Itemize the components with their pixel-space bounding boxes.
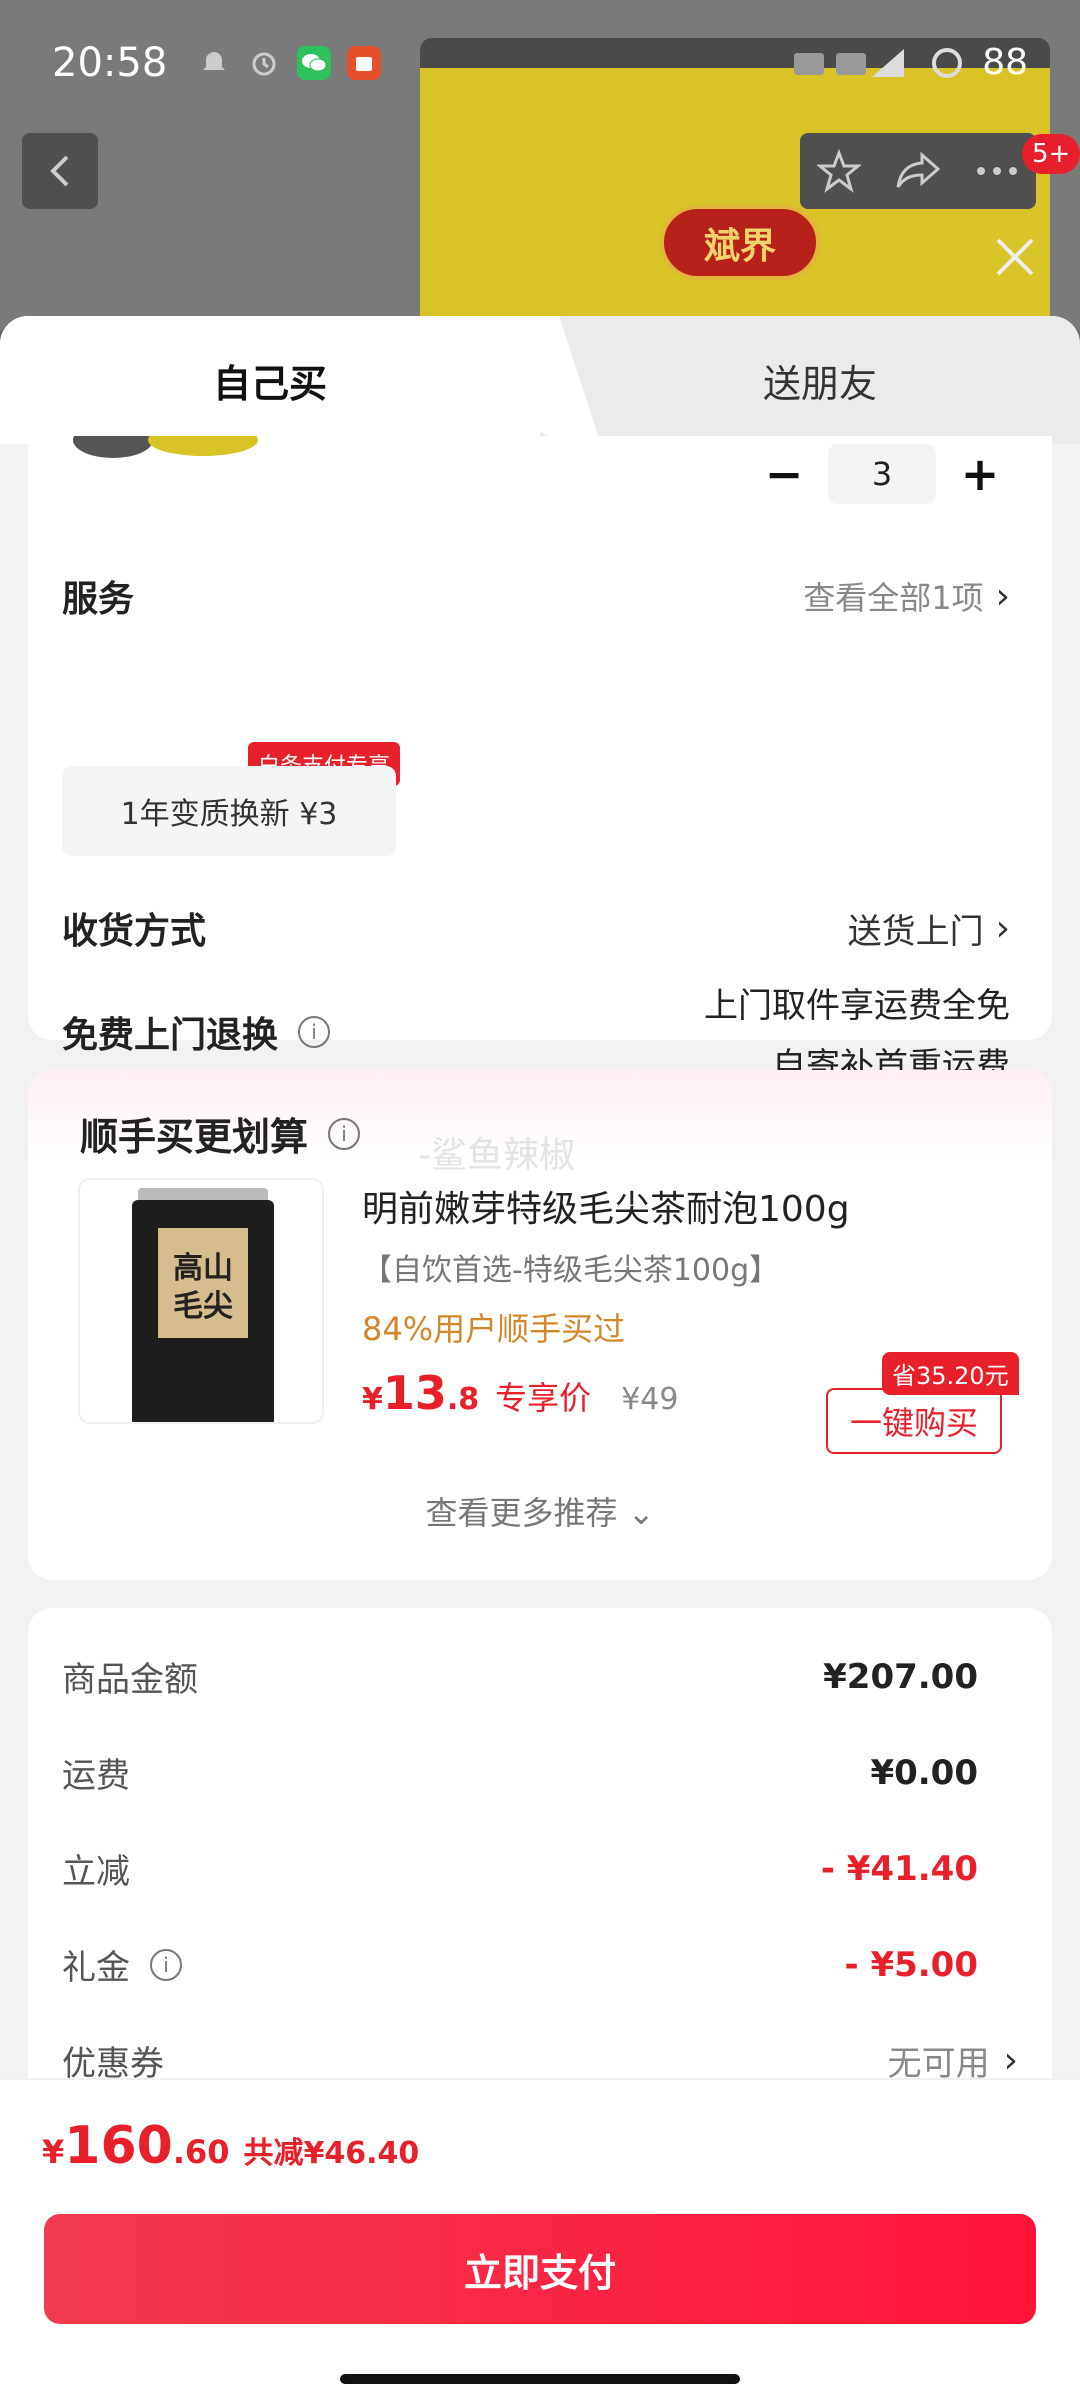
chevron-left-icon bbox=[50, 155, 69, 187]
total-price: ¥ 160 .60 共减¥46.40 bbox=[42, 2116, 419, 2176]
tea-can-image: 高山 毛尖 bbox=[132, 1188, 274, 1422]
service-view-all: 查看全部1项 bbox=[803, 579, 984, 617]
top-actions bbox=[800, 133, 1036, 209]
quantity-input[interactable]: 3 bbox=[828, 444, 936, 504]
recommend-product-name[interactable]: 明前嫩芽特级毛尖茶耐泡100g bbox=[362, 1180, 850, 1232]
checkout-sheet: 自己买 送朋友 − 3 + 服务 查看全部1项 › 白条支付专享 1年变质换新 … bbox=[0, 316, 1080, 2400]
delivery-row[interactable]: 收货方式 送货上门 › bbox=[62, 902, 1010, 954]
recommend-bought-ratio: 84%用户顺手买过 bbox=[362, 1310, 626, 1348]
fee-value: ¥207.00 bbox=[823, 1656, 978, 1697]
checkout-bar: ¥ 160 .60 共减¥46.40 立即支付 bbox=[0, 2078, 1080, 2400]
service-chip[interactable]: 1年变质换新 ¥3 bbox=[62, 766, 396, 856]
pay-now-button[interactable]: 立即支付 bbox=[44, 2214, 1036, 2324]
alarm-icon bbox=[247, 46, 281, 80]
free-return-label: 免费上门退换 bbox=[62, 1015, 279, 1056]
cart-count-badge: 5+ bbox=[1022, 134, 1080, 174]
watermark: -鲨鱼辣椒 bbox=[418, 1135, 575, 1176]
free-return-line1: 上门取件享运费全免 bbox=[704, 986, 1010, 1026]
wechat-icon bbox=[297, 45, 332, 80]
tab-send-to-friend[interactable]: 送朋友 bbox=[560, 316, 1080, 444]
more-icon[interactable] bbox=[975, 165, 1019, 177]
fee-label: 商品金额 bbox=[62, 1660, 198, 1700]
back-button[interactable] bbox=[22, 133, 98, 209]
home-indicator[interactable] bbox=[340, 2374, 740, 2384]
status-time: 20:58 bbox=[52, 39, 168, 86]
delivery-label: 收货方式 bbox=[62, 911, 207, 952]
item-thumbnail bbox=[73, 436, 258, 458]
recommend-product-subtitle: 【自饮首选-特级毛尖茶100g】 bbox=[362, 1253, 780, 1288]
info-icon[interactable]: i bbox=[150, 1948, 182, 1981]
recommend-product-image[interactable]: 高山 毛尖 bbox=[78, 1178, 324, 1424]
close-icon[interactable] bbox=[990, 232, 1040, 282]
fee-value: - ¥5.00 bbox=[844, 1944, 979, 1985]
service-row[interactable]: 服务 查看全部1项 › bbox=[62, 570, 1010, 622]
fee-value: ¥0.00 bbox=[870, 1752, 978, 1793]
quantity-minus-button[interactable]: − bbox=[764, 447, 804, 501]
recommend-card: 顺手买更划算 i -鲨鱼辣椒 高山 毛尖 明前嫩芽特级毛尖茶耐泡100g 【自饮… bbox=[28, 1070, 1052, 1580]
notification-icon bbox=[197, 46, 231, 80]
service-label: 服务 bbox=[62, 579, 135, 620]
recommend-title-text: 顺手买更划算 bbox=[80, 1115, 309, 1159]
original-price: ¥49 bbox=[621, 1382, 679, 1417]
brand-logo: 斌界 bbox=[660, 205, 820, 280]
delivery-value: 送货上门 bbox=[847, 911, 984, 952]
price-breakdown-card: 商品金额 ¥207.00 运费 ¥0.00 立减 - ¥41.40 礼金 i -… bbox=[28, 1608, 1052, 2108]
battery-icon bbox=[932, 47, 963, 78]
total-integer: 160 bbox=[64, 2116, 173, 2176]
fee-label: 运费 bbox=[62, 1756, 130, 1796]
more-recommendations-text: 查看更多推荐 bbox=[425, 1494, 618, 1532]
total-currency: ¥ bbox=[42, 2133, 65, 2171]
fee-row-instant-discount: 立减 - ¥41.40 bbox=[62, 1844, 978, 1893]
fee-label: 立减 bbox=[62, 1852, 130, 1892]
fee-row-gift-money: 礼金 i - ¥5.00 bbox=[62, 1940, 978, 1989]
total-decimal: .60 bbox=[172, 2133, 230, 2171]
price-integer: 13 bbox=[382, 1366, 447, 1420]
total-saved: 共减¥46.40 bbox=[243, 2136, 420, 2171]
chevron-right-icon: › bbox=[1003, 2040, 1018, 2081]
recommend-price: ¥ 13 .8 专享价 ¥49 bbox=[362, 1366, 678, 1420]
star-icon[interactable] bbox=[816, 149, 861, 193]
recommend-title: 顺手买更划算 i bbox=[80, 1106, 361, 1161]
fee-row-shipping: 运费 ¥0.00 bbox=[62, 1748, 978, 1797]
purchase-tabs: 自己买 送朋友 bbox=[0, 316, 1080, 444]
share-icon[interactable] bbox=[894, 149, 942, 193]
info-icon[interactable]: i bbox=[298, 1016, 331, 1048]
price-currency: ¥ bbox=[362, 1382, 383, 1417]
tab-buy-for-self[interactable]: 自己买 bbox=[0, 316, 540, 444]
info-icon[interactable]: i bbox=[328, 1117, 361, 1150]
chevron-down-icon: ⌄ bbox=[627, 1494, 655, 1532]
can-text-line2: 毛尖 bbox=[173, 1289, 233, 1324]
battery-level: 88 bbox=[982, 42, 1028, 83]
chevron-right-icon: › bbox=[995, 575, 1010, 617]
can-text-line1: 高山 bbox=[173, 1251, 233, 1286]
signal-icon bbox=[794, 48, 905, 77]
save-amount-tag: 省35.20元 bbox=[882, 1352, 1019, 1395]
quantity-stepper: − 3 + bbox=[764, 444, 1000, 504]
shopping-app-icon bbox=[347, 45, 382, 80]
order-options-card: − 3 + 服务 查看全部1项 › 白条支付专享 1年变质换新 ¥3 收货方式 … bbox=[28, 436, 1052, 1086]
chevron-right-icon: › bbox=[995, 907, 1010, 949]
fee-row-goods: 商品金额 ¥207.00 bbox=[62, 1652, 978, 1701]
price-label: 专享价 bbox=[495, 1379, 592, 1417]
fee-label: 礼金 bbox=[62, 1948, 130, 1988]
quantity-plus-button[interactable]: + bbox=[960, 447, 1000, 501]
price-decimal: .8 bbox=[446, 1382, 480, 1417]
fee-value: - ¥41.40 bbox=[820, 1848, 978, 1889]
status-bar: 20:58 88 bbox=[0, 0, 1080, 125]
status-right: 88 bbox=[792, 42, 1028, 83]
one-click-buy-button[interactable]: 一键购买 bbox=[826, 1388, 1002, 1454]
more-recommendations-link[interactable]: 查看更多推荐 ⌄ bbox=[28, 1488, 1052, 1534]
